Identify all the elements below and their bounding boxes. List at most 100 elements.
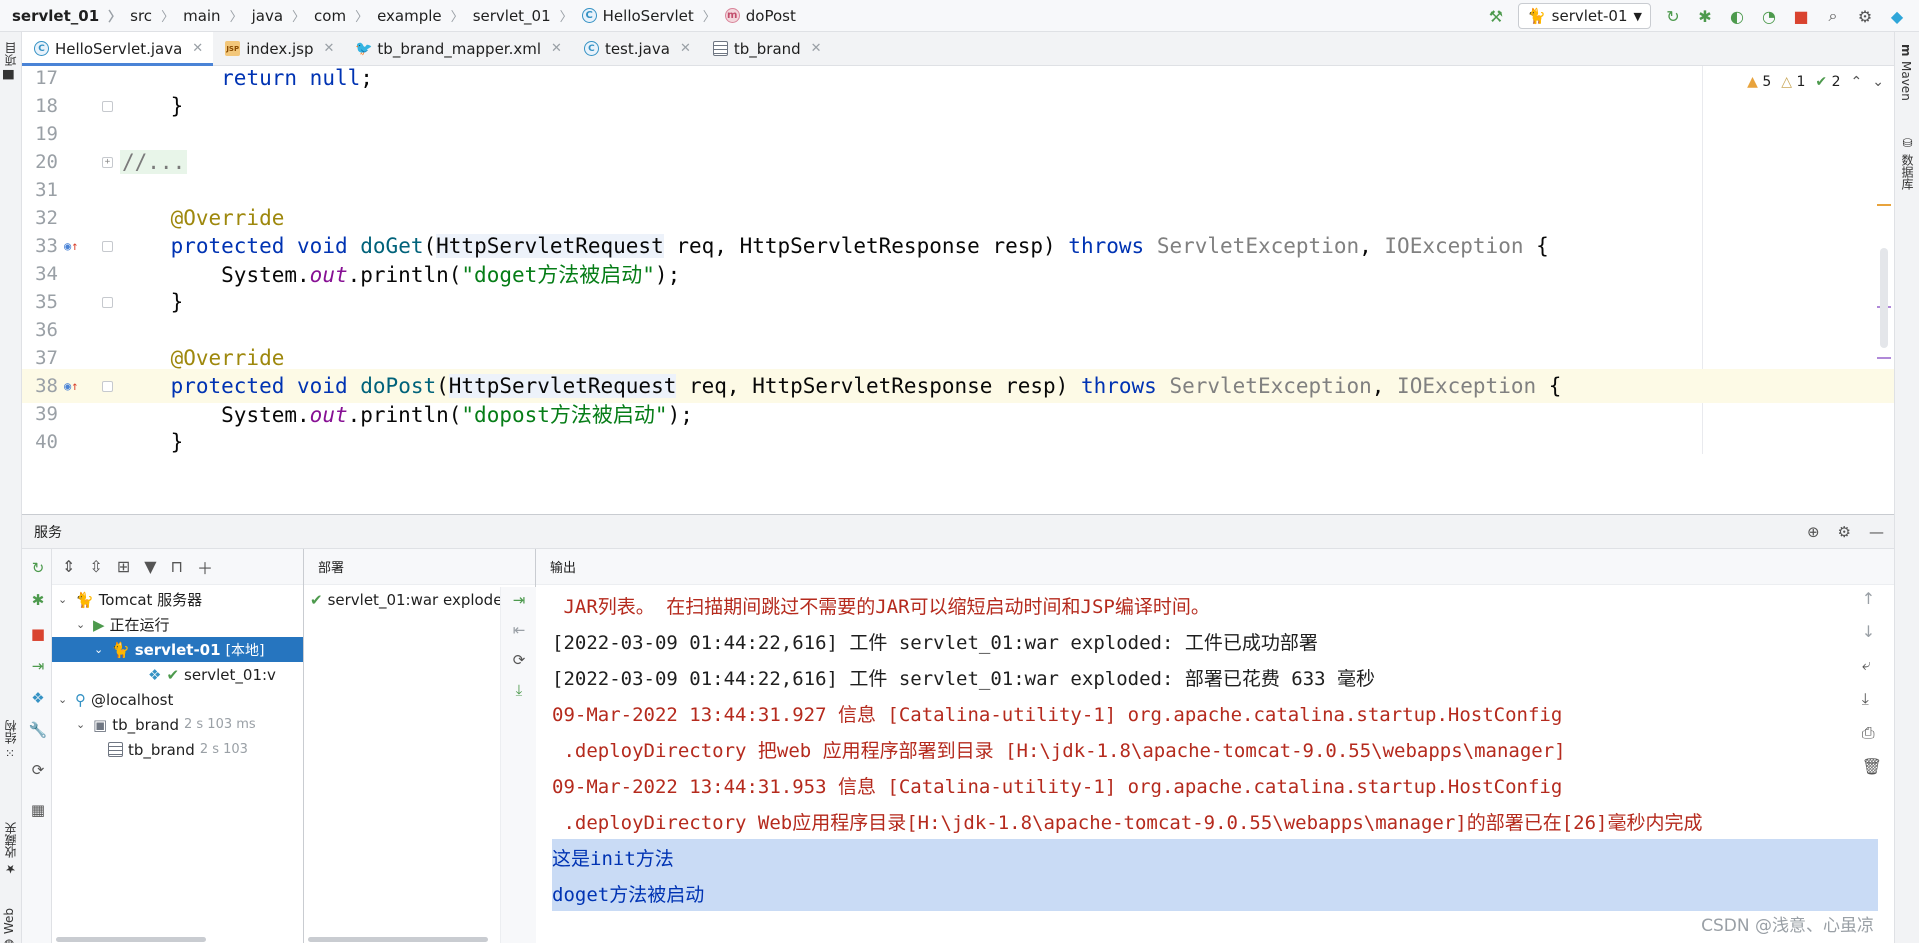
- structure-tool-tab[interactable]: ⁙ 结构: [2, 720, 19, 758]
- close-icon[interactable]: ✕: [680, 41, 691, 56]
- tree-node-artifact[interactable]: ❖ ✔ servlet_01:v: [148, 662, 276, 687]
- collapse-all-icon[interactable]: ⇳: [89, 557, 102, 576]
- breadcrumb-item-package[interactable]: servlet_01 〉: [473, 6, 582, 26]
- breadcrumb-item-com[interactable]: com 〉: [314, 6, 377, 26]
- output-console[interactable]: 输出 JAR列表。 在扫描期间跳过不需要的JAR可以缩短启动时间和JSP编译时间…: [536, 549, 1894, 943]
- minimize-icon[interactable]: —: [1869, 523, 1884, 541]
- editor-scrollbar[interactable]: [1880, 248, 1888, 348]
- layout-icon[interactable]: ▦: [29, 801, 47, 819]
- fold-expand-icon[interactable]: +: [102, 156, 113, 168]
- crosshair-icon[interactable]: ⊕: [1807, 523, 1820, 541]
- method-icon: m: [724, 8, 740, 23]
- breadcrumb: servlet_01 〉 src 〉 main 〉 java 〉 com 〉 exampl…: [0, 0, 796, 32]
- gear-icon[interactable]: ⚙: [1855, 6, 1875, 26]
- left-tool-strip: ▆ 项目 ⁙ 结构 ★ 收藏夹 ◍ Web: [0, 32, 22, 943]
- rerun-icon[interactable]: ↻: [29, 559, 47, 577]
- stop-icon[interactable]: ■: [29, 625, 47, 643]
- artifact-icon[interactable]: ❖: [29, 689, 47, 707]
- expand-all-icon[interactable]: ⇕: [62, 557, 75, 576]
- close-icon[interactable]: ✕: [192, 41, 203, 56]
- web-tool-tab[interactable]: ◍ Web: [2, 908, 16, 943]
- right-tool-strip: m Maven ⛁ 数据库: [1894, 32, 1919, 943]
- tree-node-running[interactable]: ⌄ ▶ 正在运行: [76, 612, 170, 637]
- arrow-up-icon[interactable]: ↑: [1862, 589, 1882, 608]
- check-icon: ✔: [310, 590, 323, 609]
- deployment-horizontal-scrollbar[interactable]: [308, 937, 488, 942]
- tab-tb-brand[interactable]: tb_brand ✕: [701, 32, 832, 65]
- deploy-icon[interactable]: ⇥: [29, 657, 47, 675]
- services-tool-window: 服务 ⊕ ⚙ — ↻ ✱ ■ ⇥ ❖ 🔧 ⟳ ▦ ⇕ ⇳ ⊞ ▼ ⊓ ＋ ⌄ 🐈…: [22, 514, 1894, 943]
- breadcrumb-item-class[interactable]: C HelloServlet 〉: [581, 6, 725, 25]
- services-header: 服务 ⊕ ⚙ —: [22, 515, 1894, 549]
- fold-marker-icon[interactable]: [102, 380, 113, 392]
- favorites-tool-tab[interactable]: ★ 收藏夹: [2, 822, 19, 876]
- fold-marker-icon[interactable]: [102, 240, 113, 252]
- error-stripe-marker[interactable]: [1877, 357, 1891, 359]
- star-icon: ★: [3, 862, 18, 876]
- tree-node-server-selected[interactable]: ⌄ 🐈 servlet-01 [本地]: [52, 637, 303, 662]
- tree-node-tomcat-server[interactable]: ⌄ 🐈 Tomcat 服务器: [58, 587, 202, 612]
- error-stripe-marker[interactable]: [1877, 204, 1891, 206]
- close-icon[interactable]: ✕: [811, 41, 822, 56]
- filter-icon[interactable]: ▼: [144, 557, 156, 576]
- navigation-bar: servlet_01 〉 src 〉 main 〉 java 〉 com 〉 exampl…: [0, 0, 1919, 32]
- project-tool-tab[interactable]: ▆ 项目: [2, 42, 19, 79]
- deployment-item[interactable]: ✔ servlet_01:war explode: [310, 587, 502, 612]
- deploy-icon[interactable]: ⇥: [510, 591, 528, 609]
- wrench-icon[interactable]: 🔧: [29, 721, 48, 739]
- breadcrumb-item-src[interactable]: src 〉: [130, 6, 183, 26]
- tab-helloservlet-java[interactable]: C HelloServlet.java ✕: [22, 32, 214, 66]
- run-configuration-select[interactable]: 🐈 servlet-01 ▼: [1517, 3, 1651, 29]
- breadcrumb-item-method[interactable]: m doPost: [724, 7, 796, 25]
- tree-node-localhost[interactable]: ⌄ ⚲ @localhost: [58, 687, 173, 712]
- services-tree: ⇕ ⇳ ⊞ ▼ ⊓ ＋ ⌄ 🐈 Tomcat 服务器 ⌄ ▶ 正在运行 ⌄ 🐈 …: [52, 549, 304, 943]
- search-icon[interactable]: ⌕: [1823, 6, 1843, 26]
- tab-tb-brand-mapper-xml[interactable]: 🐦 tb_brand_mapper.xml ✕: [344, 32, 572, 65]
- datasource-icon: ⚲: [75, 690, 86, 709]
- tab-index-jsp[interactable]: JSP index.jsp ✕: [213, 32, 344, 65]
- code-editor[interactable]: ▲ 5 △ 1 ✔ 2 ⌃ ⌄ 17 return null; 18 } 19 …: [22, 66, 1894, 514]
- refresh-icon[interactable]: ⟳: [29, 761, 47, 779]
- undeploy-icon[interactable]: ⇤: [510, 621, 528, 639]
- stop-icon[interactable]: ■: [1791, 6, 1811, 26]
- build-hammer-icon[interactable]: ⚒: [1486, 6, 1506, 26]
- debug-bug-icon[interactable]: ✱: [29, 591, 47, 609]
- profile-icon[interactable]: ◔: [1759, 6, 1779, 26]
- new-tab-icon[interactable]: ⊓: [171, 557, 183, 576]
- fold-marker-icon[interactable]: [102, 100, 113, 112]
- refresh-icon[interactable]: ⟳: [510, 651, 528, 669]
- download-icon[interactable]: ⤓: [510, 681, 528, 699]
- override-gutter-icon[interactable]: ◉↑: [64, 239, 78, 253]
- tab-test-java[interactable]: C test.java ✕: [572, 32, 701, 65]
- console-icon: ▣: [93, 715, 108, 734]
- breadcrumb-item-example[interactable]: example 〉: [377, 6, 473, 26]
- folded-region[interactable]: //...: [120, 150, 188, 174]
- check-icon: ✔: [166, 665, 180, 684]
- jetbrains-logo-icon[interactable]: ◆: [1887, 6, 1907, 26]
- soft-wrap-icon[interactable]: ⤶: [1862, 655, 1882, 675]
- database-tool-tab[interactable]: ⛁ 数据库: [1899, 136, 1916, 190]
- add-icon[interactable]: ＋: [197, 555, 213, 579]
- tree-node-tb-brand-table[interactable]: tb_brand 2 s 103: [108, 737, 248, 762]
- print-icon[interactable]: ⎙: [1862, 723, 1882, 743]
- structure-icon: ⁙: [3, 748, 18, 759]
- coverage-icon[interactable]: ◐: [1727, 6, 1747, 26]
- console-toolbar: ↑ ↓ ⤶ ⤓ ⎙ 🗑: [1862, 589, 1882, 776]
- trash-icon[interactable]: 🗑: [1862, 757, 1882, 776]
- tree-node-tb-brand-console[interactable]: ⌄ ▣ tb_brand 2 s 103 ms: [76, 712, 256, 737]
- breadcrumb-item-java[interactable]: java 〉: [252, 6, 314, 26]
- rerun-icon[interactable]: ↻: [1663, 6, 1683, 26]
- tree-horizontal-scrollbar[interactable]: [56, 937, 206, 942]
- maven-tool-tab[interactable]: m Maven: [1899, 44, 1913, 100]
- scroll-to-end-icon[interactable]: ⤓: [1862, 689, 1882, 709]
- group-icon[interactable]: ⊞: [117, 557, 130, 576]
- fold-marker-icon[interactable]: [102, 296, 113, 308]
- breadcrumb-item-main[interactable]: main 〉: [183, 6, 252, 26]
- close-icon[interactable]: ✕: [324, 41, 335, 56]
- gear-icon[interactable]: ⚙: [1838, 523, 1851, 541]
- breadcrumb-item-project[interactable]: servlet_01 〉: [12, 6, 130, 26]
- arrow-down-icon[interactable]: ↓: [1862, 622, 1882, 641]
- close-icon[interactable]: ✕: [551, 41, 562, 56]
- debug-bug-icon[interactable]: ✱: [1695, 6, 1715, 26]
- override-gutter-icon[interactable]: ◉↑: [64, 379, 78, 393]
